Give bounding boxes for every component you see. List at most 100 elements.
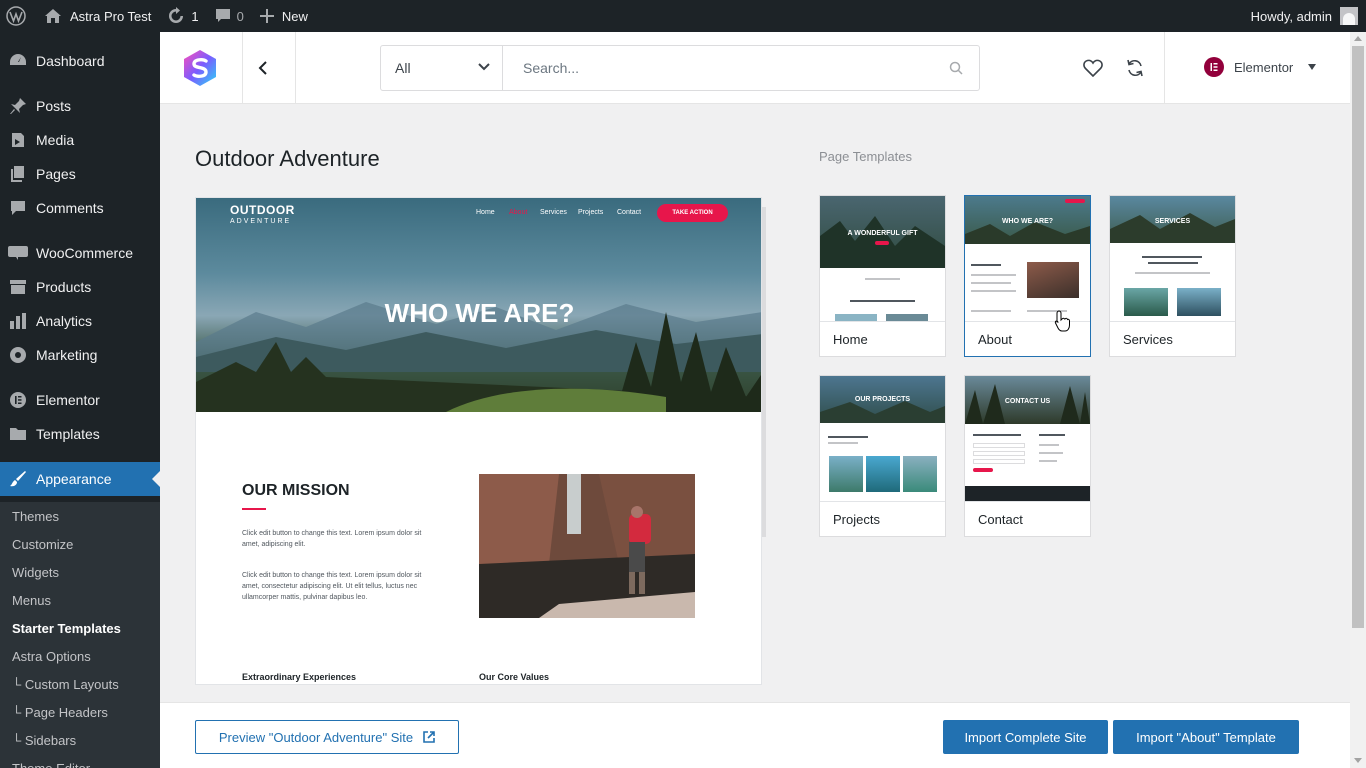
sidebar-item-label: Pages [36,166,76,182]
sidebar-item-dashboard[interactable]: Dashboard [0,44,160,78]
favorites-button[interactable] [1083,58,1103,78]
back-button[interactable] [256,56,270,80]
search-input[interactable]: Search... [503,46,979,90]
import-complete-site-button[interactable]: Import Complete Site [943,720,1108,754]
account-menu[interactable]: Howdy, admin [1251,7,1366,25]
refresh-icon [1127,59,1143,77]
sidebar-item-label: Dashboard [36,53,105,69]
submenu-widgets[interactable]: Widgets [12,559,59,587]
template-card-projects[interactable]: OUR PROJECTS Projects [819,375,946,537]
sidebar-item-posts[interactable]: Posts [0,89,160,123]
page-scrollbar[interactable] [1350,32,1366,768]
submenu-customize[interactable]: Customize [12,531,73,559]
sidebar-item-comments[interactable]: Comments [0,191,160,225]
template-hero-text: OUR PROJECTS [854,396,911,403]
template-thumbnail: A WONDERFUL GIFT [820,196,945,321]
template-preview[interactable]: OUTDOOR ADVENTURE Home About Services Pr… [195,197,762,685]
chart-icon [0,312,36,330]
updates-link[interactable]: 1 [159,0,206,32]
submenu-starter-templates[interactable]: Starter Templates [12,615,121,643]
sidebar-item-label: WooCommerce [36,245,133,261]
preview-nav-about: About [509,209,528,216]
header-divider [242,32,243,104]
submenu-custom-layouts[interactable]: └ Custom Layouts [12,671,119,699]
chevron-left-icon [258,61,267,75]
template-thumbnail: WHO WE ARE? [965,196,1090,321]
template-thumbnail: SERVICES [1110,196,1235,321]
preview-cta-button: TAKE ACTION [657,204,728,222]
comment-icon [0,199,36,217]
preview-site-button[interactable]: Preview "Outdoor Adventure" Site [195,720,459,754]
sidebar-item-templates[interactable]: Templates [0,417,160,451]
submenu-menus[interactable]: Menus [12,587,51,615]
sidebar-item-analytics[interactable]: Analytics [0,304,160,338]
woo-icon [0,246,36,260]
preview-nav-services: Services [540,209,567,216]
updates-icon [169,7,184,23]
submenu-sidebars[interactable]: └ Sidebars [12,727,76,755]
site-name-link[interactable]: Astra Pro Test [36,0,159,32]
pages-icon [0,165,36,183]
action-footer: Preview "Outdoor Adventure" Site Import … [160,702,1350,768]
scroll-down-arrow-icon[interactable] [1354,758,1362,763]
plus-icon [259,9,274,23]
wordpress-logo-icon[interactable] [0,0,36,32]
sidebar-item-woocommerce[interactable]: WooCommerce [0,236,160,270]
sidebar-item-marketing[interactable]: Marketing [0,338,160,372]
submenu-theme-editor[interactable]: Theme Editor [12,755,90,768]
sidebar-item-label: Analytics [36,313,93,329]
template-card-home[interactable]: A WONDERFUL GIFT Home [819,195,946,357]
sidebar-item-appearance[interactable]: Appearance [0,462,160,496]
dashboard-icon [0,52,36,70]
sidebar-item-label: Posts [36,98,72,114]
new-label: New [281,8,308,24]
archive-icon [0,278,36,296]
sidebar-item-label: Appearance [36,471,112,487]
page-builder-select[interactable]: Elementor [1204,57,1317,77]
template-card-contact[interactable]: CONTACT US Contact [964,375,1091,537]
new-content-link[interactable]: New [252,0,316,32]
heart-icon [1083,59,1103,77]
submenu-themes[interactable]: Themes [12,503,59,531]
template-card-label: Projects [820,501,945,537]
preview-mission-title: OUR MISSION [242,482,350,499]
site-title: Outdoor Adventure [195,146,380,171]
avatar [1340,7,1358,25]
submenu-astra-options[interactable]: Astra Options [12,643,91,671]
category-select[interactable]: All [381,46,503,90]
page-templates-heading: Page Templates [819,149,912,164]
greeting: Howdy, admin [1250,8,1332,24]
search-icon[interactable] [949,61,963,75]
template-card-label: Home [820,321,945,357]
template-card-label: Services [1110,321,1235,357]
preview-accent-line [242,508,266,510]
starter-templates-logo [180,48,220,88]
sidebar-item-label: Comments [36,200,104,216]
preview-hero: OUTDOOR ADVENTURE Home About Services Pr… [196,198,761,412]
sync-button[interactable] [1125,58,1145,78]
scroll-up-arrow-icon[interactable] [1354,36,1362,41]
sidebar-item-media[interactable]: Media [0,123,160,157]
sidebar-item-pages[interactable]: Pages [0,157,160,191]
submenu-page-headers[interactable]: └ Page Headers [12,699,108,727]
page-builder-label: Elementor [1234,59,1294,75]
sidebar-item-label: Marketing [36,347,98,363]
elementor-icon [0,391,36,409]
template-card-label: Contact [965,501,1090,537]
preview-scrollbar[interactable] [762,207,766,537]
media-icon [0,131,36,149]
external-link-icon [423,731,435,743]
caret-down-icon [1308,64,1317,70]
folder-icon [0,425,36,443]
sidebar-item-elementor[interactable]: Elementor [0,383,160,417]
comments-link[interactable]: 0 [207,0,252,32]
sidebar-item-label: Elementor [36,392,100,408]
scrollbar-thumb[interactable] [1352,46,1364,628]
preview-mission-text: Click edit button to change this text. L… [242,530,422,548]
template-card-services[interactable]: SERVICES Services [1109,195,1236,357]
preview-nav-contact: Contact [617,209,642,216]
admin-sidebar: Dashboard Posts Media Pages Comments Woo… [0,32,160,768]
sidebar-item-products[interactable]: Products [0,270,160,304]
preview-hiker-photo [479,474,695,618]
import-template-button[interactable]: Import "About" Template [1113,720,1299,754]
